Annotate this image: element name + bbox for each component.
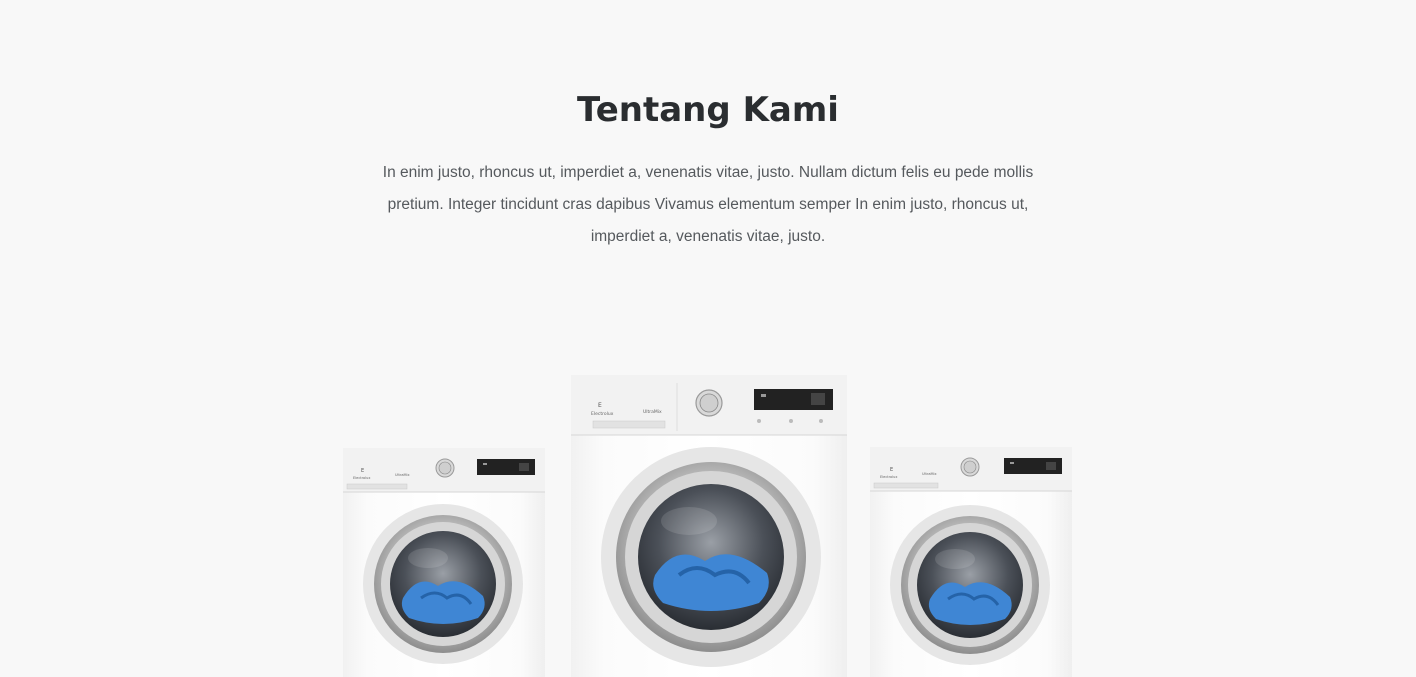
- svg-text:E: E: [361, 468, 364, 474]
- section-description: In enim justo, rhoncus ut, imperdiet a, …: [382, 164, 1034, 245]
- washing-machine-icon: E Electrolux UltraMix: [571, 375, 847, 667]
- washing-machine-center: E Electrolux UltraMix: [571, 375, 847, 677]
- svg-text:UltraMix: UltraMix: [643, 409, 662, 415]
- svg-text:E: E: [598, 402, 602, 409]
- washing-machine-right: E Electrolux UltraMix: [870, 447, 1072, 677]
- svg-text:E: E: [890, 467, 893, 473]
- svg-text:Electrolux: Electrolux: [591, 411, 614, 417]
- svg-text:Electrolux: Electrolux: [880, 475, 897, 479]
- svg-text:UltraMix: UltraMix: [922, 472, 937, 476]
- section-title: Tentang Kami: [577, 90, 839, 130]
- about-section: Tentang Kami In enim justo, rhoncus ut, …: [0, 0, 1416, 677]
- washing-machine-icon: E Electrolux UltraMix: [343, 448, 545, 664]
- washing-machine-left: E Electrolux UltraMix: [343, 448, 545, 677]
- svg-text:UltraMix: UltraMix: [395, 473, 410, 477]
- washing-machine-icon: E Electrolux UltraMix: [870, 447, 1072, 665]
- svg-text:Electrolux: Electrolux: [353, 476, 370, 480]
